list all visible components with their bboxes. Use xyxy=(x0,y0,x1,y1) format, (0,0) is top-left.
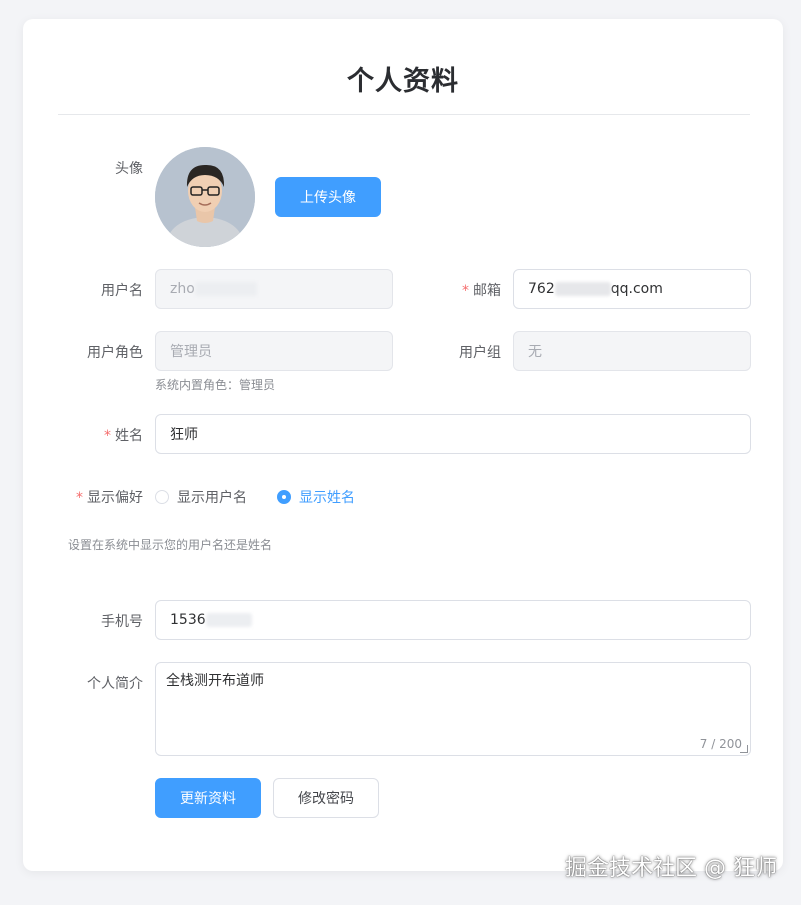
radio-show-name[interactable]: 显示姓名 xyxy=(277,487,355,507)
email-label-text: 邮箱 xyxy=(473,283,501,299)
name-input[interactable]: 狂师 xyxy=(155,414,751,454)
email-required-mark: * xyxy=(462,283,469,299)
username-value: zho xyxy=(170,281,195,297)
resize-handle-icon[interactable] xyxy=(740,745,748,753)
role-input[interactable]: 管理员 xyxy=(155,331,393,371)
username-redaction xyxy=(194,282,257,296)
display-pref-hint: 设置在系统中显示您的用户名还是姓名 xyxy=(68,538,273,552)
role-hint: 系统内置角色：管理员 xyxy=(155,378,276,392)
bio-value: 全栈测开布道师 xyxy=(166,673,264,689)
change-password-button[interactable]: 修改密码 xyxy=(273,778,379,818)
group-input[interactable]: 无 xyxy=(513,331,751,371)
phone-value: 1536 xyxy=(170,612,206,628)
bio-textarea[interactable]: 全栈测开布道师 7 / 200 xyxy=(155,662,751,756)
radio-circle-icon xyxy=(155,490,169,504)
upload-avatar-button[interactable]: 上传头像 xyxy=(275,177,381,217)
email-redaction xyxy=(554,282,611,296)
phone-redaction xyxy=(205,613,252,627)
display-pref-label-text: 显示偏好 xyxy=(87,490,143,506)
avatar[interactable] xyxy=(155,147,255,247)
radio-show-name-label: 显示姓名 xyxy=(299,490,355,506)
display-pref-label: * 显示偏好 xyxy=(23,487,143,507)
group-label: 用户组 xyxy=(459,345,501,361)
phone-input[interactable]: 1536 xyxy=(155,600,751,640)
phone-label: 手机号 xyxy=(101,614,143,630)
name-required-mark: * xyxy=(104,428,111,444)
update-profile-button[interactable]: 更新资料 xyxy=(155,778,261,818)
profile-card: 个人资料 头像 上传头像 用户名 zho * 邮箱 762 qq.com 用户角色… xyxy=(23,19,783,871)
username-label: 用户名 xyxy=(101,283,143,299)
display-pref-required-mark: * xyxy=(76,490,83,506)
name-label-text: 姓名 xyxy=(115,428,143,444)
email-value-prefix: 762 xyxy=(528,281,555,297)
email-value-suffix: qq.com xyxy=(610,281,663,297)
bio-char-counter: 7 / 200 xyxy=(699,737,742,751)
page-title: 个人资料 xyxy=(347,66,459,97)
username-input[interactable]: zho xyxy=(155,269,393,309)
watermark: 掘金技术社区 @ 狂师 xyxy=(565,856,777,881)
role-label: 用户角色 xyxy=(87,345,143,361)
email-label: * 邮箱 xyxy=(381,280,501,300)
radio-show-username-label: 显示用户名 xyxy=(177,490,247,506)
title-divider xyxy=(58,114,750,115)
bio-label: 个人简介 xyxy=(87,676,143,692)
radio-show-username[interactable]: 显示用户名 xyxy=(155,487,247,507)
avatar-label: 头像 xyxy=(115,161,143,177)
avatar-image xyxy=(155,147,255,247)
name-label: * 姓名 xyxy=(23,425,143,445)
radio-checked-icon xyxy=(277,490,291,504)
email-input[interactable]: 762 qq.com xyxy=(513,269,751,309)
